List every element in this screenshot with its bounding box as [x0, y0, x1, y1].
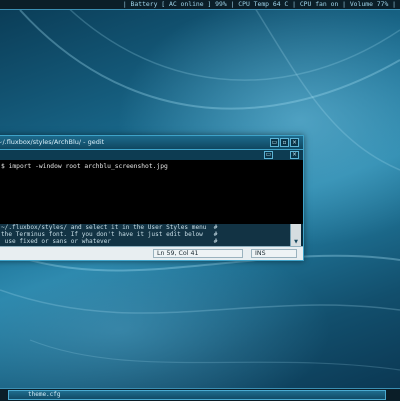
text-editor-area[interactable]: ~/.fluxbox/styles/ and select it in the … [0, 224, 291, 246]
taskbar-item-theme-cfg[interactable]: theme.cfg [8, 390, 386, 400]
scroll-down-arrow-icon[interactable]: ▼ [293, 239, 299, 245]
top-status-bar: | Battery [ AC online ] 99% | CPU Temp 6… [0, 0, 400, 10]
editor-scrollbar[interactable]: ▼ [290, 224, 301, 246]
window-titlebar[interactable]: ~/.fluxbox/styles/ArchBlu/ - gedit ▭ ▫ × [0, 136, 303, 150]
minimize-button[interactable]: ▭ [270, 138, 279, 147]
system-status-text: | Battery [ AC online ] 99% | CPU Temp 6… [122, 0, 396, 8]
insert-mode-indicator: INS [251, 249, 297, 258]
editor-line: use fixed or sans or whatever # [1, 238, 218, 245]
gedit-window[interactable]: ~/.fluxbox/styles/ArchBlu/ - gedit ▭ ▫ ×… [0, 135, 304, 261]
menubar: ▭ × [0, 150, 303, 160]
status-bar: Ln 59, Col 41 INS [0, 246, 303, 260]
cursor-position: Ln 59, Col 41 [153, 249, 243, 258]
close-tab-button[interactable]: × [290, 151, 299, 159]
window-title: ~/.fluxbox/styles/ArchBlu/ - gedit [0, 138, 105, 146]
terminal-command-line: $ import -window root archblu_screenshot… [1, 163, 168, 170]
embedded-terminal[interactable]: $ import -window root archblu_screenshot… [0, 160, 303, 224]
taskbar: theme.cfg [0, 388, 400, 401]
editor-line: ~/.fluxbox/styles/ and select it in the … [1, 224, 218, 231]
maximize-button[interactable]: ▫ [280, 138, 289, 147]
editor-line: the Terminus font. If you don't have it … [1, 231, 218, 238]
restore-tab-button[interactable]: ▭ [264, 151, 273, 159]
taskbar-item-label: theme.cfg [28, 391, 61, 398]
close-button[interactable]: × [290, 138, 299, 147]
